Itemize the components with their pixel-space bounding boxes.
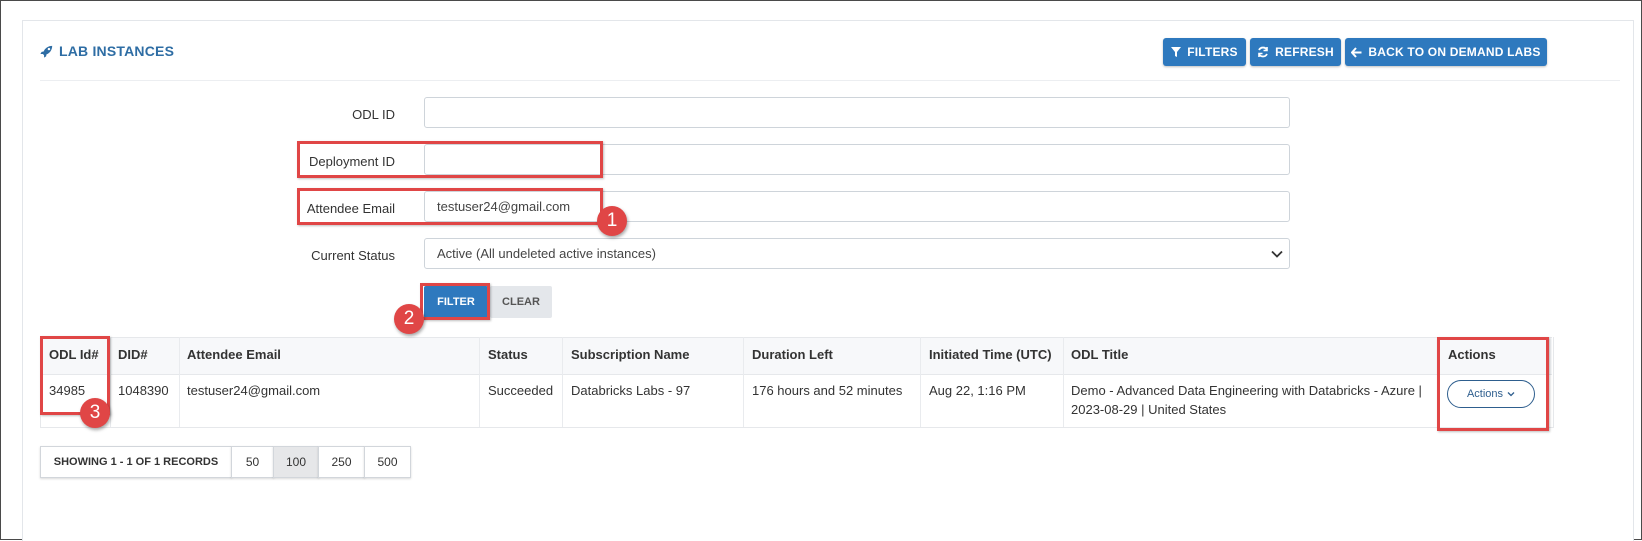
annotation-badge-1: 1 bbox=[597, 206, 627, 236]
column-header-attendee-email[interactable]: Attendee Email bbox=[187, 347, 281, 362]
filters-button[interactable]: FILTERS bbox=[1163, 38, 1246, 66]
column-header-did[interactable]: DID# bbox=[118, 347, 148, 362]
pagination-summary: SHOWING 1 - 1 OF 1 RECORDS bbox=[40, 446, 232, 478]
column-header-initiated-time[interactable]: Initiated Time (UTC) bbox=[929, 347, 1052, 362]
cell-duration-left: 176 hours and 52 minutes bbox=[752, 383, 903, 398]
column-divider bbox=[1063, 337, 1064, 427]
cell-status: Succeeded bbox=[488, 383, 554, 398]
cell-attendee-email: testuser24@gmail.com bbox=[187, 383, 321, 398]
annotation-badge-2: 2 bbox=[394, 304, 424, 334]
odl-id-input[interactable] bbox=[424, 97, 1290, 128]
highlight-deployment-id bbox=[297, 141, 603, 178]
column-divider bbox=[110, 337, 111, 427]
cell-subscription-name: Databricks Labs - 97 bbox=[571, 383, 691, 398]
highlight-actions-column bbox=[1437, 337, 1549, 431]
chevron-down-icon bbox=[1271, 250, 1283, 258]
highlight-attendee-email bbox=[297, 188, 603, 225]
page-size-100[interactable]: 100 bbox=[273, 446, 319, 478]
cell-did: 1048390 bbox=[118, 383, 169, 398]
page-title-text: LAB INSTANCES bbox=[59, 43, 175, 59]
back-to-on-demand-labs-button[interactable]: BACK TO ON DEMAND LABS bbox=[1345, 38, 1547, 66]
column-divider bbox=[179, 337, 180, 427]
column-header-status[interactable]: Status bbox=[488, 347, 528, 362]
page-title: LAB INSTANCES bbox=[40, 43, 174, 59]
rocket-icon bbox=[40, 45, 53, 58]
cell-odl-title-line-1: Demo - Advanced Data Engineering with Da… bbox=[1071, 383, 1422, 398]
column-divider bbox=[920, 337, 921, 427]
cell-initiated-time: Aug 22, 1:16 PM bbox=[929, 383, 1026, 398]
funnel-icon bbox=[1171, 47, 1182, 57]
page-size-50[interactable]: 50 bbox=[231, 446, 274, 478]
page-size-250[interactable]: 250 bbox=[318, 446, 365, 478]
current-status-select[interactable]: Active (All undeleted active instances) bbox=[424, 238, 1290, 269]
page-size-500[interactable]: 500 bbox=[364, 446, 411, 478]
clear-button[interactable]: CLEAR bbox=[490, 286, 552, 318]
column-divider bbox=[479, 337, 480, 427]
refresh-button[interactable]: REFRESH bbox=[1250, 38, 1341, 66]
back-button-label: BACK TO ON DEMAND LABS bbox=[1368, 45, 1541, 59]
annotation-badge-3: 3 bbox=[80, 398, 110, 428]
odl-id-label: ODL ID bbox=[352, 107, 395, 122]
header-divider bbox=[40, 80, 1620, 81]
column-header-odl-title[interactable]: ODL Title bbox=[1071, 347, 1128, 362]
column-header-duration-left[interactable]: Duration Left bbox=[752, 347, 833, 362]
current-status-label: Current Status bbox=[311, 248, 395, 263]
column-divider bbox=[562, 337, 563, 427]
current-status-value: Active (All undeleted active instances) bbox=[437, 246, 656, 261]
filters-button-label: FILTERS bbox=[1187, 45, 1238, 59]
cell-odl-title-line-2: 2023-08-29 | United States bbox=[1071, 402, 1227, 417]
arrow-left-icon bbox=[1351, 46, 1362, 58]
highlight-filter-button bbox=[420, 283, 490, 320]
refresh-icon bbox=[1258, 46, 1268, 58]
column-header-subscription-name[interactable]: Subscription Name bbox=[571, 347, 689, 362]
refresh-button-label: REFRESH bbox=[1275, 45, 1334, 59]
column-divider bbox=[743, 337, 744, 427]
